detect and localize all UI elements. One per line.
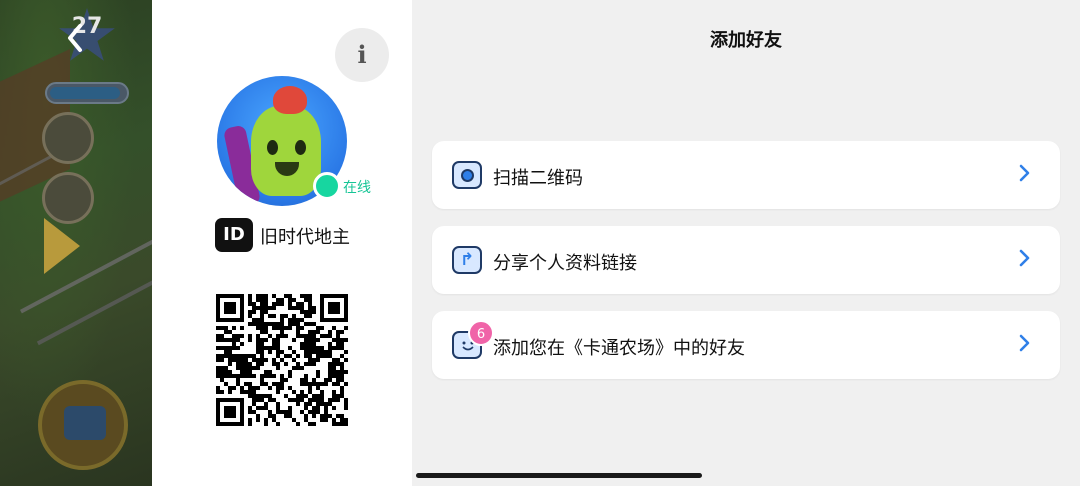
- game-mail-icon: [42, 172, 94, 224]
- back-button[interactable]: [60, 20, 92, 56]
- info-button[interactable]: i: [335, 28, 389, 82]
- game-background: 27: [0, 0, 152, 486]
- xp-progress-bar: [45, 82, 129, 104]
- camera-scan-icon: [452, 161, 482, 189]
- share-icon: ↱: [452, 246, 482, 274]
- game-play-arrow-icon: [44, 218, 80, 274]
- scan-qr-option[interactable]: 扫描二维码: [432, 141, 1060, 209]
- farm-fence: [19, 234, 152, 346]
- xp-progress-fill: [50, 87, 120, 99]
- share-profile-link-option[interactable]: ↱ 分享个人资料链接: [432, 226, 1060, 294]
- scan-qr-label: 扫描二维码: [493, 168, 583, 189]
- qr-code: [216, 294, 348, 426]
- chevron-right-icon: [1019, 164, 1030, 182]
- home-indicator[interactable]: [416, 473, 702, 478]
- game-menu-icon: [42, 112, 94, 164]
- page-title: 添加好友: [710, 30, 782, 51]
- online-status-text: 在线: [343, 180, 371, 196]
- profile-panel: i 在线 ID 旧时代地主: [152, 0, 412, 486]
- online-status-dot: [313, 172, 341, 200]
- add-farm-friends-option[interactable]: 6 添加您在《卡通农场》中的好友: [432, 311, 1060, 379]
- friend-count-badge: 6: [468, 320, 494, 346]
- chevron-left-icon: [68, 24, 82, 52]
- username: 旧时代地主: [260, 227, 350, 248]
- id-badge-icon: ID: [215, 218, 253, 252]
- game-shop-icon: [38, 380, 128, 470]
- share-profile-link-label: 分享个人资料链接: [493, 253, 637, 274]
- chevron-right-icon: [1019, 249, 1030, 267]
- chevron-right-icon: [1019, 334, 1030, 352]
- add-farm-friends-label: 添加您在《卡通农场》中的好友: [493, 338, 745, 359]
- add-friends-page: 添加好友 扫描二维码 ↱ 分享个人资料链接 6 添加您在《卡通农场》中的好友: [412, 0, 1080, 486]
